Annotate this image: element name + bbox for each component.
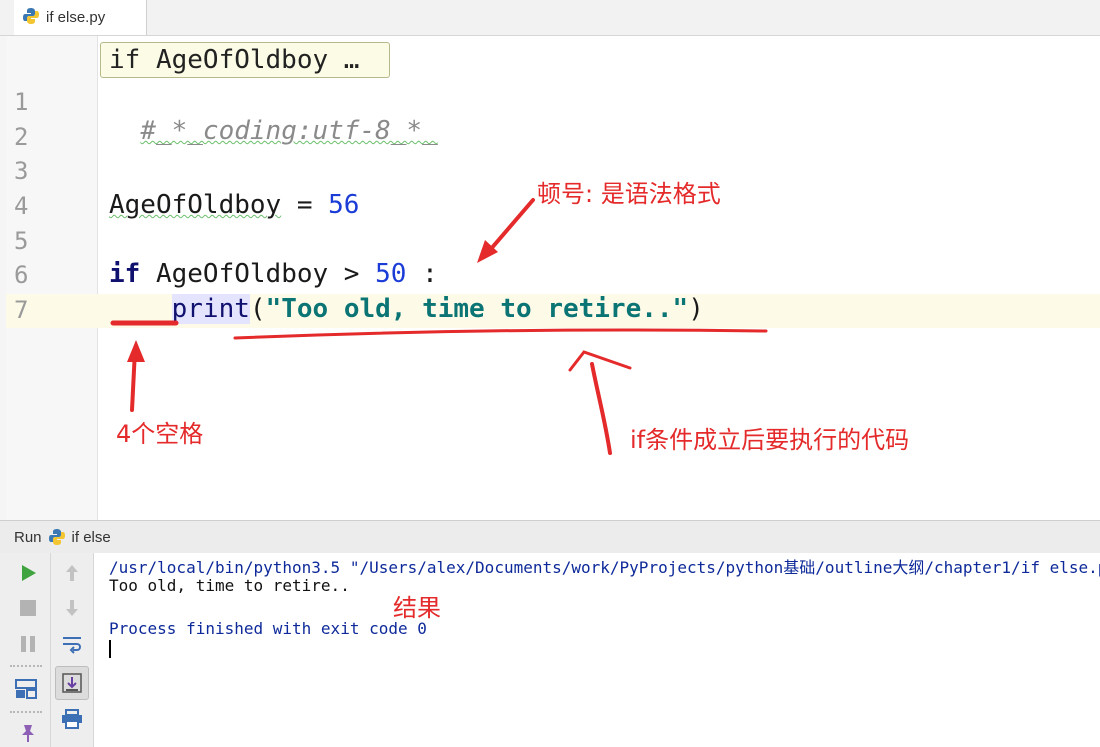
- annotation-result: 结果: [393, 594, 441, 622]
- console-caret: [109, 640, 111, 658]
- scroll-to-end-icon: [62, 673, 82, 693]
- pin-tab-button[interactable]: [14, 719, 42, 747]
- stop-button[interactable]: [14, 594, 42, 622]
- annotation-indent: 4个空格: [116, 420, 204, 448]
- run-panel-header: Run if else: [0, 520, 1100, 554]
- toolbar-separator: [10, 711, 42, 713]
- pause-icon: [21, 636, 35, 652]
- string-underline: [233, 328, 768, 340]
- run-label[interactable]: Run: [14, 529, 42, 546]
- soft-wrap-icon: [63, 637, 81, 654]
- arrow-up-icon: [66, 565, 78, 581]
- annotation-body: if条件成立后要执行的代码: [630, 426, 910, 454]
- soft-wrap-button[interactable]: [58, 630, 86, 658]
- printer-icon: [62, 709, 82, 729]
- indent-arrowhead: [127, 340, 145, 362]
- run-config-name[interactable]: if else: [72, 529, 111, 546]
- scroll-up-button[interactable]: [58, 559, 86, 587]
- restore-layout-button[interactable]: [12, 675, 40, 703]
- scroll-down-button[interactable]: [58, 594, 86, 622]
- body-arrow: [590, 362, 612, 455]
- stop-icon: [20, 600, 36, 616]
- annotation-colon: 顿号: 是语法格式: [537, 180, 721, 208]
- layout-icon: [15, 679, 37, 699]
- print-button[interactable]: [58, 705, 86, 733]
- arrow-down-icon: [66, 600, 78, 616]
- pause-button[interactable]: [14, 630, 42, 658]
- console-output-line: Too old, time to retire..: [109, 576, 350, 595]
- console-command-line: /usr/local/bin/python3.5 "/Users/alex/Do…: [109, 558, 1100, 577]
- scroll-to-end-button[interactable]: [55, 666, 89, 700]
- body-arrowhead: [568, 350, 632, 372]
- run-toolbar-primary: [0, 553, 51, 747]
- toolbar-separator: [10, 665, 42, 667]
- python-run-config-icon: [48, 528, 66, 546]
- pin-icon: [22, 725, 34, 742]
- play-icon: [22, 565, 36, 581]
- run-toolbar-secondary: [51, 553, 94, 747]
- rerun-button[interactable]: [14, 559, 42, 587]
- console-exit-line: Process finished with exit code 0: [109, 619, 427, 638]
